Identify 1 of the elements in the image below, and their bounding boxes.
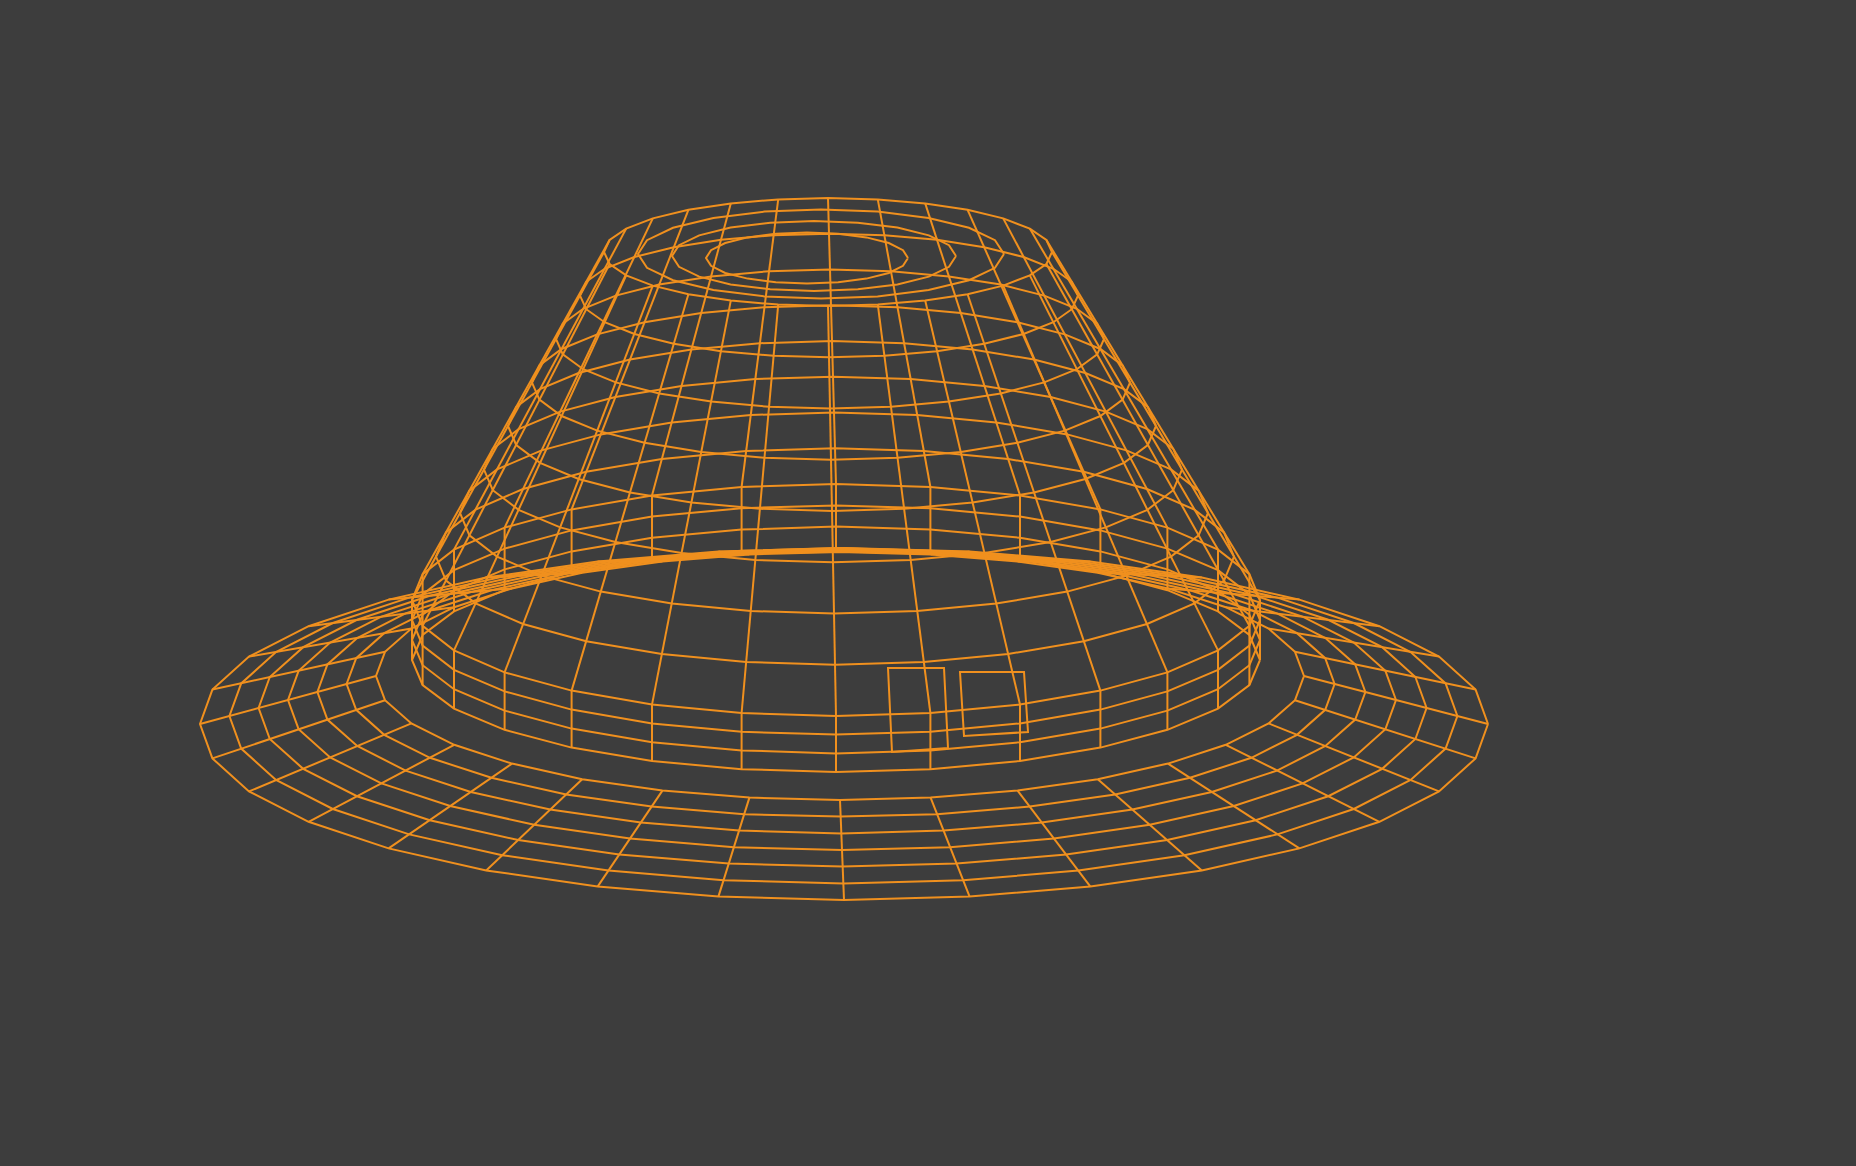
hat-wireframe-drawing[interactable]: [198, 197, 1490, 901]
